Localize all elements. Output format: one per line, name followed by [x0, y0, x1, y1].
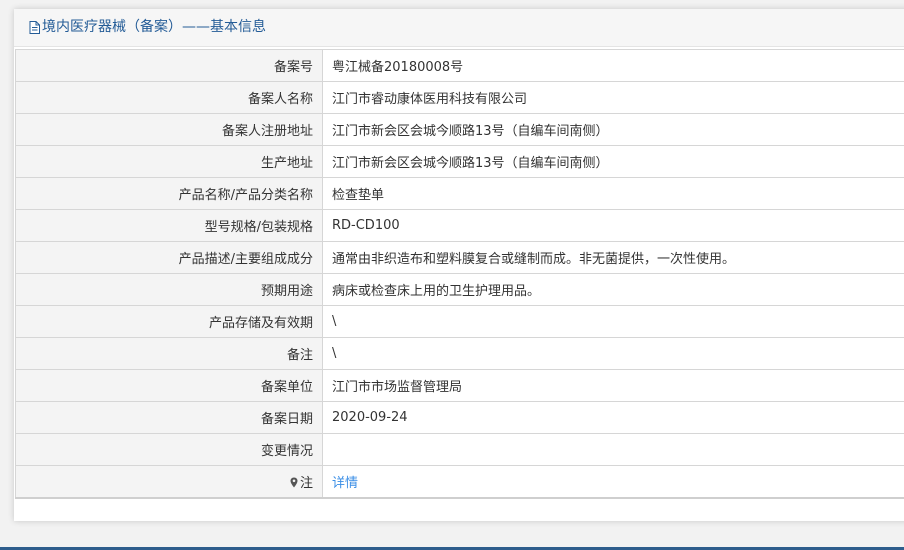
- row-label: 备案日期: [15, 401, 323, 434]
- row-label: 变更情况: [15, 433, 323, 466]
- row-value: 江门市市场监督管理局: [322, 369, 904, 402]
- map-pin-icon: [290, 477, 298, 488]
- row-label: 备注: [15, 337, 323, 370]
- row-label: 产品名称/产品分类名称: [15, 177, 323, 210]
- table-row: 变更情况: [15, 433, 904, 466]
- row-value: \: [322, 305, 904, 338]
- row-value: RD-CD100: [322, 209, 904, 242]
- table-row: 生产地址 江门市新会区会城今顺路13号（自编车间南侧）: [15, 145, 904, 178]
- row-value: 江门市新会区会城今顺路13号（自编车间南侧）: [322, 145, 904, 178]
- panel-title-text: 境内医疗器械（备案）——基本信息: [42, 19, 266, 35]
- row-value: 江门市新会区会城今顺路13号（自编车间南侧）: [322, 113, 904, 146]
- panel-title: 境内医疗器械（备案）——基本信息: [29, 9, 266, 46]
- table-row: 产品描述/主要组成成分 通常由非织造布和塑料膜复合或缝制而成。非无菌提供，一次性…: [15, 241, 904, 274]
- row-value: [322, 433, 904, 466]
- table-row: 备案号 粤江械备20180008号: [15, 49, 904, 82]
- table-row: 备案人名称 江门市睿动康体医用科技有限公司: [15, 81, 904, 114]
- table-row: 备案日期 2020-09-24: [15, 401, 904, 434]
- row-value: \: [322, 337, 904, 370]
- details-link[interactable]: 详情: [332, 476, 358, 491]
- table-row: 型号规格/包装规格 RD-CD100: [15, 209, 904, 242]
- table-row: 预期用途 病床或检查床上用的卫生护理用品。: [15, 273, 904, 306]
- row-label: 产品描述/主要组成成分: [15, 241, 323, 274]
- row-value: 通常由非织造布和塑料膜复合或缝制而成。非无菌提供，一次性使用。: [322, 241, 904, 274]
- row-label: 备案人名称: [15, 81, 323, 114]
- row-value: 病床或检查床上用的卫生护理用品。: [322, 273, 904, 306]
- row-label: 型号规格/包装规格: [15, 209, 323, 242]
- row-value: 2020-09-24: [322, 401, 904, 434]
- table-row: 备案单位 江门市市场监督管理局: [15, 369, 904, 402]
- row-label: 备案人注册地址: [15, 113, 323, 146]
- row-value: 江门市睿动康体医用科技有限公司: [322, 81, 904, 114]
- table-row: 产品名称/产品分类名称 检查垫单: [15, 177, 904, 210]
- table-row: 备案人注册地址 江门市新会区会城今顺路13号（自编车间南侧）: [15, 113, 904, 146]
- row-label: 备案单位: [15, 369, 323, 402]
- document-icon: [29, 21, 40, 34]
- panel-header: 境内医疗器械（备案）——基本信息: [14, 9, 904, 47]
- table-row: 注 详情: [15, 465, 904, 499]
- row-label: 产品存储及有效期: [15, 305, 323, 338]
- row-value: 详情: [322, 465, 904, 499]
- table-row: 备注 \: [15, 337, 904, 370]
- row-label: 预期用途: [15, 273, 323, 306]
- info-table: 备案号 粤江械备20180008号 备案人名称 江门市睿动康体医用科技有限公司 …: [15, 49, 904, 499]
- row-label: 备案号: [15, 49, 323, 82]
- row-value: 粤江械备20180008号: [322, 49, 904, 82]
- row-label-note: 注: [15, 465, 323, 499]
- row-label: 生产地址: [15, 145, 323, 178]
- table-row: 产品存储及有效期 \: [15, 305, 904, 338]
- row-value: 检查垫单: [322, 177, 904, 210]
- note-label: 注: [299, 476, 313, 491]
